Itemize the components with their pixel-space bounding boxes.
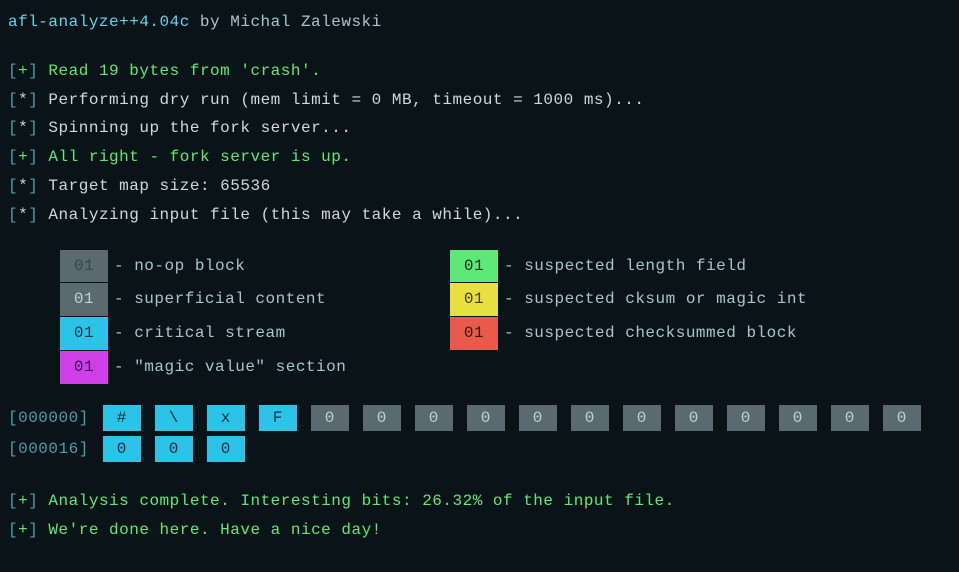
legend-item: 01 - suspected length field [450, 250, 840, 283]
legend-row: 01 - no-op block01 - suspected length fi… [60, 250, 951, 283]
hex-offset: [000016] [8, 435, 89, 464]
log-section: [+] Read 19 bytes from 'crash'.[*] Perfo… [8, 57, 951, 230]
hex-byte: 0 [883, 405, 921, 431]
hex-byte: # [103, 405, 141, 431]
log-line: [+] Read 19 bytes from 'crash'. [8, 57, 951, 86]
hex-byte: 0 [727, 405, 765, 431]
legend-swatch: 01 [60, 317, 108, 350]
hex-byte: 0 [467, 405, 505, 431]
legend-item: 01 - superficial content [60, 283, 450, 316]
legend-label: - suspected checksummed block [504, 319, 797, 348]
hex-offset: [000000] [8, 404, 89, 433]
legend-item: 01 - suspected cksum or magic int [450, 283, 840, 316]
legend-item: 01 - "magic value" section [60, 351, 450, 384]
header: afl-analyze++4.04c by Michal Zalewski [8, 8, 951, 37]
legend-label: - suspected cksum or magic int [504, 285, 807, 314]
legend-swatch: 01 [450, 250, 498, 283]
legend-item: 01 - no-op block [60, 250, 450, 283]
hex-byte: x [207, 405, 245, 431]
hex-byte: 0 [207, 436, 245, 462]
hex-byte: F [259, 405, 297, 431]
legend-label: - superficial content [114, 285, 326, 314]
footer-section: [+] Analysis complete. Interesting bits:… [8, 487, 951, 545]
hex-byte: 0 [103, 436, 141, 462]
hex-byte: \ [155, 405, 193, 431]
legend-item: 01 - suspected checksummed block [450, 317, 840, 350]
author-text: by Michal Zalewski [190, 13, 382, 31]
legend-row: 01 - "magic value" section [60, 351, 951, 384]
legend-swatch: 01 [60, 283, 108, 316]
legend-item: 01 - critical stream [60, 317, 450, 350]
tool-title: afl-analyze++4.04c [8, 13, 190, 31]
legend-label: - "magic value" section [114, 353, 346, 382]
hex-byte: 0 [519, 405, 557, 431]
hex-byte: 0 [155, 436, 193, 462]
log-line: [*] Performing dry run (mem limit = 0 MB… [8, 86, 951, 115]
hex-byte: 0 [311, 405, 349, 431]
legend-row: 01 - superficial content01 - suspected c… [60, 283, 951, 316]
log-line: [+] We're done here. Have a nice day! [8, 516, 951, 545]
hex-byte: 0 [779, 405, 817, 431]
legend-label: - critical stream [114, 319, 286, 348]
hex-byte: 0 [623, 405, 661, 431]
legend-swatch: 01 [450, 283, 498, 316]
log-line: [*] Target map size: 65536 [8, 172, 951, 201]
log-line: [*] Spinning up the fork server... [8, 114, 951, 143]
hex-byte: 0 [363, 405, 401, 431]
legend-section: 01 - no-op block01 - suspected length fi… [8, 250, 951, 384]
hex-byte: 0 [831, 405, 869, 431]
hex-row: [000016]000 [8, 435, 951, 464]
legend-swatch: 01 [450, 317, 498, 350]
hex-byte: 0 [675, 405, 713, 431]
log-line: [*] Analyzing input file (this may take … [8, 201, 951, 230]
log-line: [+] All right - fork server is up. [8, 143, 951, 172]
legend-row: 01 - critical stream01 - suspected check… [60, 317, 951, 350]
hex-byte: 0 [415, 405, 453, 431]
legend-label: - suspected length field [504, 252, 746, 281]
legend-swatch: 01 [60, 351, 108, 384]
legend-label: - no-op block [114, 252, 245, 281]
legend-swatch: 01 [60, 250, 108, 283]
hex-row: [000000]#\xF000000000000 [8, 404, 951, 433]
log-line: [+] Analysis complete. Interesting bits:… [8, 487, 951, 516]
hex-section: [000000]#\xF000000000000[000016]000 [8, 404, 951, 464]
hex-byte: 0 [571, 405, 609, 431]
